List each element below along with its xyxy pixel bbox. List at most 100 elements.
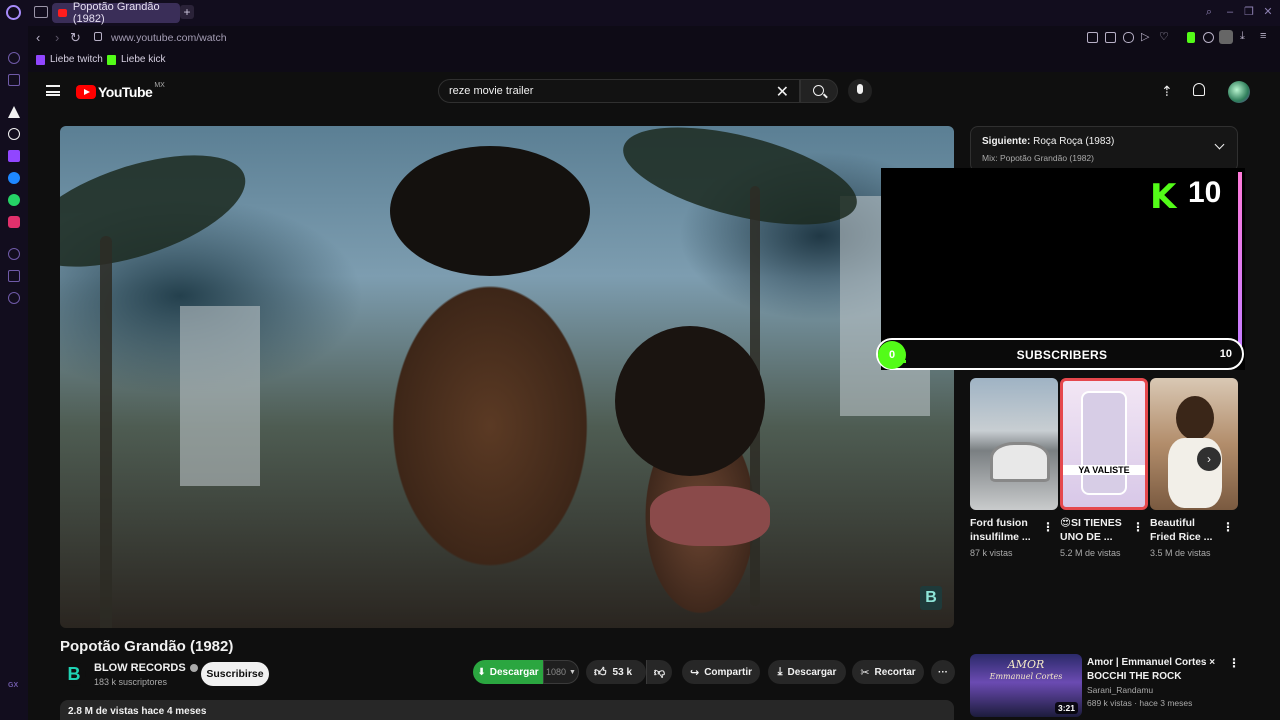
maximize-icon[interactable]: ❐ bbox=[1243, 6, 1255, 18]
subscriber-count: 183 k suscriptores bbox=[94, 677, 168, 687]
thumbnail-title-text: AMOR bbox=[1007, 658, 1045, 671]
bag-icon[interactable] bbox=[8, 74, 20, 86]
bookmark-label: Liebe kick bbox=[121, 54, 166, 65]
video-player[interactable]: B bbox=[60, 126, 954, 628]
tab-list-icon[interactable] bbox=[34, 6, 48, 18]
messenger-icon[interactable] bbox=[8, 172, 20, 184]
up-next-mix: Mix: Popotão Grandão (1982) bbox=[982, 153, 1094, 163]
clear-search-icon[interactable]: ✕ bbox=[776, 82, 789, 102]
pinboard-icon[interactable] bbox=[8, 270, 20, 282]
share-button[interactable]: ↪ Compartir bbox=[682, 660, 760, 684]
forward-icon[interactable]: › bbox=[55, 30, 59, 45]
description-box[interactable]: 2.8 M de vistas hace 4 meses bbox=[60, 700, 954, 720]
thumbs-up-icon: 👍︎ bbox=[594, 664, 607, 679]
browser-tab-bar: Popotão Grandão (1982) + ⌕ – ❐ ✕ bbox=[0, 0, 1280, 26]
address-bar: ‹ › ↻ www.youtube.com/watch ▷ ♡ ⤓ ≡ bbox=[28, 28, 1280, 48]
chevron-down-icon: ▼ bbox=[569, 668, 576, 676]
history-icon[interactable] bbox=[8, 248, 20, 260]
speed-dial-icon[interactable] bbox=[8, 52, 20, 64]
search-query[interactable]: reze movie trailer bbox=[449, 85, 533, 97]
notifications-bell-icon[interactable] bbox=[1193, 83, 1205, 96]
chevron-down-icon[interactable] bbox=[1214, 139, 1225, 150]
shorts-next-arrow-icon[interactable]: › bbox=[1197, 447, 1221, 471]
url-field[interactable]: www.youtube.com/watch bbox=[111, 32, 227, 44]
opera-logo-icon[interactable] bbox=[6, 5, 21, 20]
new-tab-button[interactable]: + bbox=[180, 5, 194, 19]
download-button[interactable]: ⤓ Descargar bbox=[768, 660, 846, 684]
dislike-button[interactable]: 👎︎ bbox=[646, 660, 672, 684]
more-vert-icon[interactable]: ⋮ bbox=[1132, 520, 1144, 534]
reload-icon[interactable]: ↻ bbox=[70, 30, 81, 46]
more-vert-icon[interactable]: ⋮ bbox=[1042, 520, 1054, 534]
thumbnail-subtitle-text: Emmanuel Cortes bbox=[989, 672, 1063, 681]
clip-button[interactable]: ✂ Recortar bbox=[852, 660, 924, 684]
more-vert-icon[interactable]: ⋮ bbox=[1222, 520, 1234, 534]
pin-icon[interactable] bbox=[1087, 32, 1098, 43]
search-tabs-icon[interactable]: ⌕ bbox=[1203, 6, 1215, 18]
youtube-logo[interactable]: YouTube MX bbox=[76, 82, 165, 100]
car-shape bbox=[990, 442, 1050, 482]
more-vert-icon[interactable]: ⋮ bbox=[1228, 656, 1240, 670]
recommended-thumbnail[interactable]: AMOR Emmanuel Cortes 3:21 bbox=[970, 654, 1082, 717]
guide-menu-icon[interactable] bbox=[46, 85, 60, 96]
share-icon: ↪ bbox=[689, 666, 700, 679]
tab-title: Popotão Grandão (1982) bbox=[72, 1, 160, 25]
recommended-channel[interactable]: Sarani_Randamu bbox=[1087, 684, 1192, 697]
short-title[interactable]: Beautiful Fried Rice ... bbox=[1150, 516, 1222, 544]
short-thumbnail[interactable] bbox=[1150, 378, 1238, 510]
settings-icon[interactable] bbox=[8, 292, 20, 304]
downloads-icon[interactable]: ⤓ bbox=[1240, 30, 1251, 42]
bookmark-twitch[interactable]: Liebe twitch bbox=[36, 54, 103, 65]
channel-watermark-icon[interactable]: B bbox=[920, 586, 942, 610]
recommended-title[interactable]: Amor | Emmanuel Cortes × BOCCHI THE ROCK bbox=[1087, 656, 1227, 684]
up-next-title: Siguiente: Roça Roça (1983) bbox=[982, 136, 1114, 147]
clip-label: Recortar bbox=[874, 666, 916, 678]
voice-search-button[interactable] bbox=[848, 79, 872, 103]
extension-download-icon[interactable] bbox=[1187, 32, 1195, 43]
person-shape bbox=[1176, 396, 1214, 440]
extensions-icon[interactable] bbox=[1203, 32, 1214, 43]
profile-icon[interactable] bbox=[1219, 30, 1233, 44]
up-next-video-title: Roça Roça (1983) bbox=[1033, 136, 1115, 147]
shield-icon[interactable] bbox=[1123, 32, 1134, 43]
like-button[interactable]: 👍︎ 53 k bbox=[586, 660, 646, 684]
search-button[interactable] bbox=[800, 79, 838, 103]
search-input[interactable]: reze movie trailer ✕ bbox=[438, 79, 800, 103]
hair-shape bbox=[390, 146, 590, 276]
up-next-panel[interactable]: Siguiente: Roça Roça (1983) Mix: Popotão… bbox=[970, 126, 1238, 172]
subscribe-button[interactable]: Suscribirse bbox=[201, 662, 269, 686]
short-title[interactable]: 😍SI TIENES UNO DE ... bbox=[1060, 516, 1132, 544]
channel-name[interactable]: BLOW RECORDS bbox=[94, 662, 198, 674]
short-thumbnail[interactable]: YA VALISTE bbox=[1060, 378, 1148, 510]
browser-tab-active[interactable]: Popotão Grandão (1982) bbox=[52, 1, 180, 25]
upload-icon[interactable]: ⇡ bbox=[1161, 83, 1173, 100]
chatgpt-icon[interactable] bbox=[8, 128, 20, 140]
send-icon[interactable]: ▷ bbox=[1141, 30, 1152, 43]
menu-icon[interactable]: ≡ bbox=[1260, 30, 1271, 42]
quality-select[interactable]: 1080 ▼ bbox=[543, 660, 579, 684]
phone-shape bbox=[1081, 391, 1127, 495]
aria-icon[interactable] bbox=[8, 106, 20, 118]
short-views: 3.5 M de vistas bbox=[1150, 548, 1211, 558]
heart-icon[interactable]: ♡ bbox=[1159, 30, 1170, 43]
channel-avatar[interactable]: B bbox=[62, 662, 86, 686]
channel-name-text[interactable]: BLOW RECORDS bbox=[94, 662, 186, 674]
extension-download-button[interactable]: ⬇ Descargar bbox=[473, 660, 543, 684]
minimize-icon[interactable]: – bbox=[1224, 6, 1236, 18]
goal-label: SUBSCRIBERS bbox=[1016, 348, 1108, 362]
short-thumbnail[interactable] bbox=[970, 378, 1058, 510]
avatar[interactable] bbox=[1228, 81, 1250, 103]
twitch-sidebar-icon[interactable] bbox=[8, 150, 20, 162]
more-actions-button[interactable]: ··· bbox=[931, 660, 955, 684]
recommended-stats: 689 k vistas · hace 3 meses bbox=[1087, 698, 1193, 708]
instagram-icon[interactable] bbox=[8, 216, 20, 228]
bookmark-kick[interactable]: Liebe kick bbox=[107, 54, 165, 65]
swimwear-shape bbox=[650, 486, 770, 546]
close-window-icon[interactable]: ✕ bbox=[1262, 6, 1274, 18]
palm-shape bbox=[60, 132, 259, 290]
short-title[interactable]: Ford fusion insulfilme ... bbox=[970, 516, 1042, 544]
whatsapp-icon[interactable] bbox=[8, 194, 20, 206]
palm-trunk-shape bbox=[100, 236, 112, 628]
snapshot-icon[interactable] bbox=[1105, 32, 1116, 43]
back-icon[interactable]: ‹ bbox=[36, 30, 40, 45]
